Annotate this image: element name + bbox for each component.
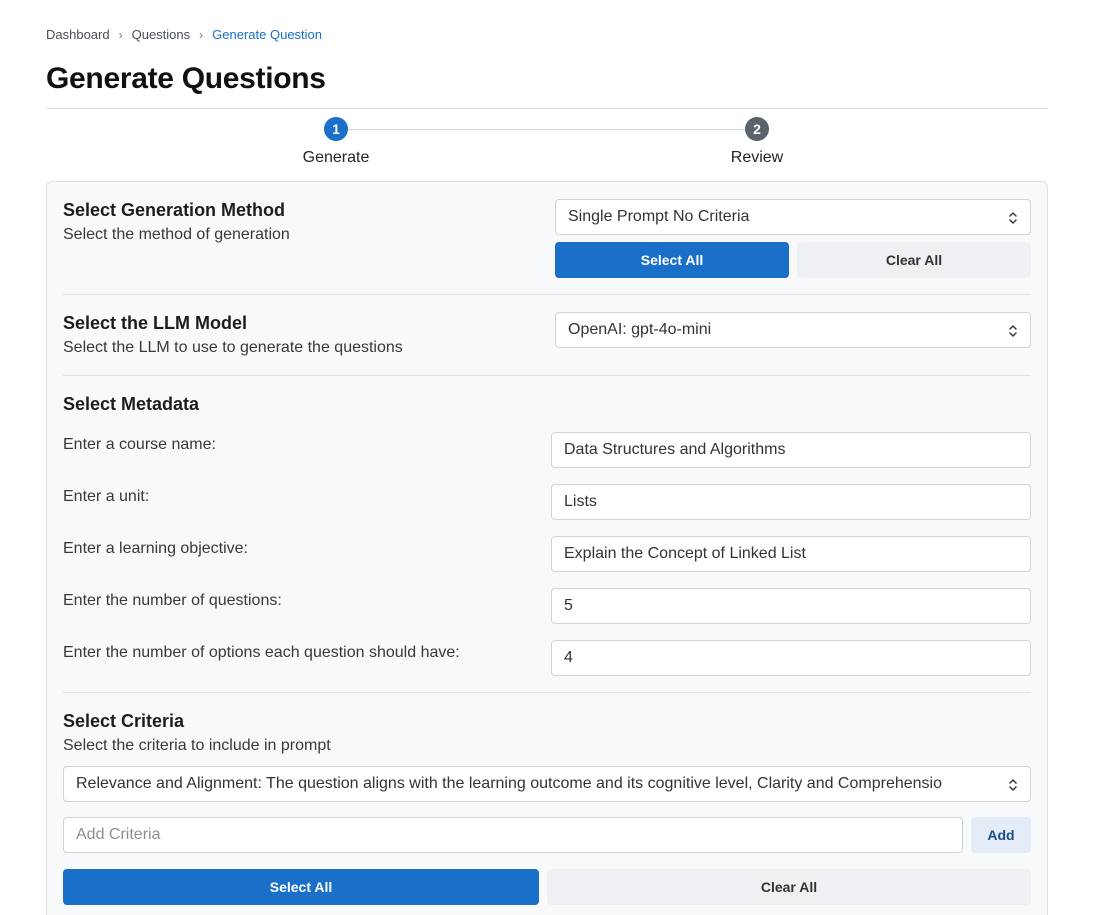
option-count-input[interactable]: 4 xyxy=(551,640,1031,676)
llm-model-subtitle: Select the LLM to use to generate the qu… xyxy=(63,339,403,356)
course-name-input[interactable]: Data Structures and Algorithms xyxy=(551,432,1031,468)
section-divider xyxy=(63,692,1031,693)
add-criteria-input[interactable] xyxy=(63,817,963,853)
add-criteria-button[interactable]: Add xyxy=(971,817,1031,853)
step-review[interactable]: 2 Review xyxy=(677,116,837,167)
unit-input[interactable]: Lists xyxy=(551,484,1031,520)
learning-objective-input[interactable]: Explain the Concept of Linked List xyxy=(551,536,1031,572)
breadcrumb-dashboard[interactable]: Dashboard xyxy=(46,27,110,42)
generation-method-title: Select Generation Method xyxy=(63,200,286,220)
llm-model-title: Select the LLM Model xyxy=(63,313,248,333)
stepper: 1 Generate 2 Review xyxy=(46,116,1048,176)
criteria-select[interactable]: Relevance and Alignment: The question al… xyxy=(63,766,1031,802)
generation-method-select[interactable]: Single Prompt No Criteria xyxy=(555,199,1031,235)
course-name-label: Enter a course name: xyxy=(63,436,216,453)
title-divider xyxy=(46,108,1048,109)
generation-method-subtitle: Select the method of generation xyxy=(63,226,290,243)
chevron-right-icon: › xyxy=(118,27,123,42)
option-count-label: Enter the number of options each questio… xyxy=(63,644,460,661)
section-divider xyxy=(63,294,1031,295)
section-divider xyxy=(63,375,1031,376)
step-label: Generate xyxy=(302,149,370,166)
step-number: 1 xyxy=(324,117,348,141)
criteria-title: Select Criteria xyxy=(63,711,185,731)
method-select-all-button[interactable]: Select All xyxy=(555,242,789,278)
criteria-clear-all-button[interactable]: Clear All xyxy=(547,869,1031,905)
question-count-label: Enter the number of questions: xyxy=(63,592,282,609)
step-generate[interactable]: 1 Generate xyxy=(256,116,416,167)
unit-label: Enter a unit: xyxy=(63,488,150,505)
step-label: Review xyxy=(730,149,784,166)
breadcrumb-current: Generate Question xyxy=(212,27,323,42)
criteria-select-all-button[interactable]: Select All xyxy=(63,869,539,905)
chevron-up-down-icon xyxy=(1009,325,1017,337)
criteria-subtitle: Select the criteria to include in prompt xyxy=(63,737,331,754)
llm-model-select[interactable]: OpenAI: gpt-4o-mini xyxy=(555,312,1031,348)
generation-method-value: Single Prompt No Criteria xyxy=(568,208,750,225)
method-clear-all-button[interactable]: Clear All xyxy=(797,242,1031,278)
breadcrumb: Dashboard › Questions › Generate Questio… xyxy=(46,27,322,42)
step-number: 2 xyxy=(745,117,769,141)
chevron-up-down-icon xyxy=(1009,212,1017,224)
chevron-up-down-icon xyxy=(1009,779,1017,791)
criteria-value: Relevance and Alignment: The question al… xyxy=(76,775,942,792)
chevron-right-icon: › xyxy=(199,27,204,42)
breadcrumb-questions[interactable]: Questions xyxy=(132,27,191,42)
page-title: Generate Questions xyxy=(46,62,326,95)
generation-form-card: Select Generation Method Select the meth… xyxy=(46,181,1048,915)
question-count-input[interactable]: 5 xyxy=(551,588,1031,624)
llm-model-value: OpenAI: gpt-4o-mini xyxy=(568,321,712,338)
learning-objective-label: Enter a learning objective: xyxy=(63,540,248,557)
metadata-title: Select Metadata xyxy=(63,394,200,414)
